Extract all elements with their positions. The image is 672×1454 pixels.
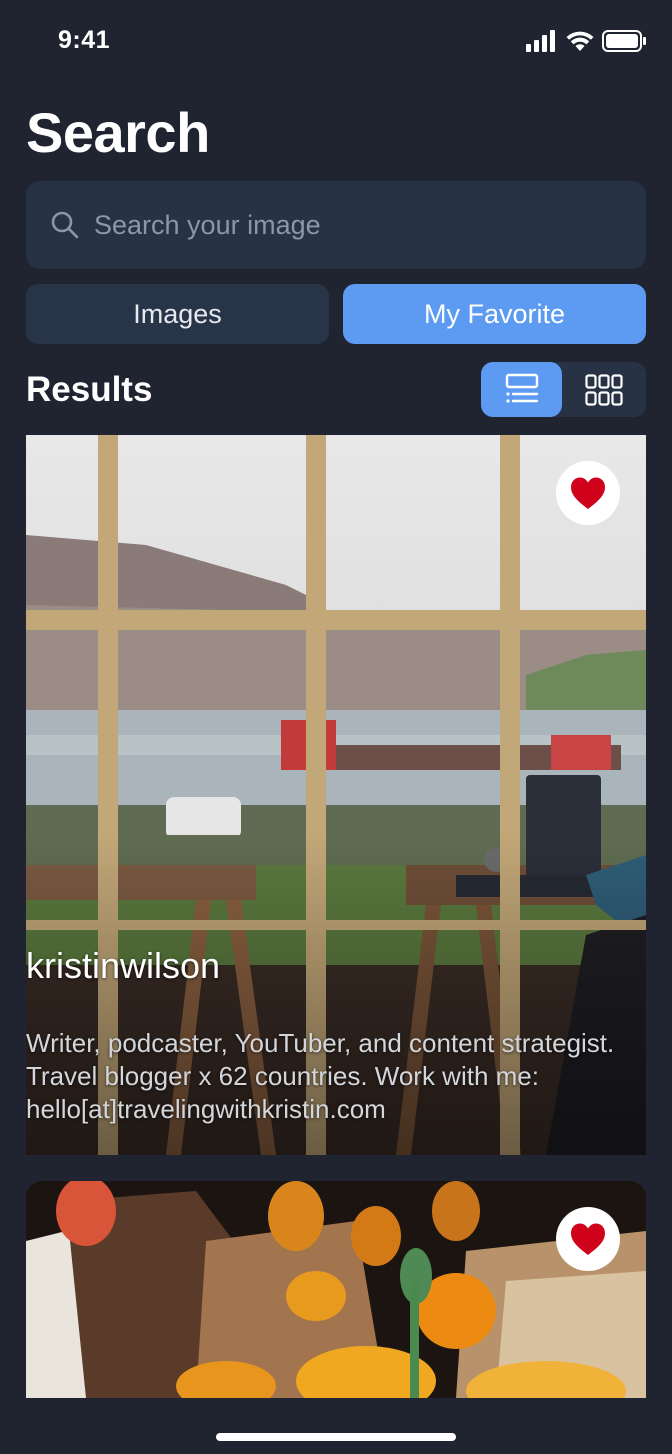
- signal-icon: [526, 30, 555, 52]
- card-username: kristinwilson: [26, 945, 221, 986]
- tab-images[interactable]: Images: [26, 284, 329, 344]
- results-heading: Results: [26, 370, 153, 409]
- card-photo-tulips: [26, 1181, 646, 1398]
- list-view-button[interactable]: [481, 362, 562, 417]
- status-icons: [526, 28, 646, 54]
- heart-icon: [571, 1223, 605, 1255]
- heart-icon: [571, 477, 605, 509]
- page-title: Search: [26, 101, 210, 164]
- status-time: 9:41: [58, 26, 111, 54]
- tab-my-favorite[interactable]: My Favorite: [343, 284, 646, 344]
- wifi-icon: [566, 31, 594, 51]
- search-icon: [51, 211, 79, 239]
- result-card[interactable]: [26, 1181, 646, 1398]
- result-card[interactable]: kristinwilson Writer, podcaster, YouTube…: [26, 435, 646, 1155]
- grid-view-button[interactable]: [563, 362, 644, 417]
- favorite-button[interactable]: [556, 461, 620, 525]
- search-input[interactable]: [92, 208, 616, 242]
- favorite-button[interactable]: [556, 1207, 620, 1271]
- list-view-icon: [505, 373, 538, 403]
- view-mode-toggle: [481, 362, 646, 417]
- grid-view-icon: [584, 373, 623, 406]
- status-bar: 9:41: [0, 0, 672, 80]
- home-indicator[interactable]: [216, 1433, 456, 1441]
- battery-icon: [602, 30, 646, 52]
- card-description: Writer, podcaster, YouTuber, and content…: [26, 1028, 615, 1124]
- search-bar[interactable]: [26, 181, 646, 269]
